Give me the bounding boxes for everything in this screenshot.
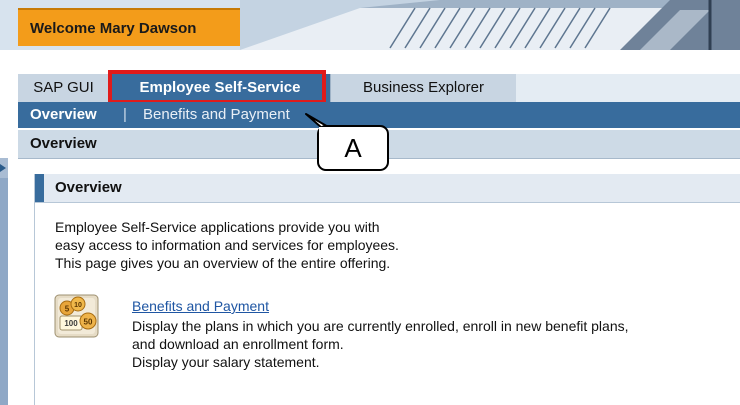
service-description: Display the plans in which you are curre… [132,317,629,371]
panel-title: Overview [55,179,122,196]
overview-panel: Overview Employee Self-Service applicati… [34,174,740,405]
portal-header: Welcome Mary Dawson [0,0,740,50]
welcome-banner: Welcome Mary Dawson [18,8,240,46]
header-decoration-image [240,0,740,50]
expand-button[interactable] [0,158,8,178]
subnav-item-benefits-and-payment[interactable]: Benefits and Payment [143,106,290,123]
description-line: Display your salary statement. [132,354,320,370]
coin-label: 5 [65,305,70,314]
expand-arrow-icon [0,164,6,172]
page-title: Overview [30,135,97,152]
navigation-panel-toggle[interactable] [0,158,8,405]
benefits-and-payment-link[interactable]: Benefits and Payment [132,298,269,314]
callout-annotation: A [305,113,389,171]
panel-accent-bar [35,174,44,202]
coin-label: 100 [64,319,78,328]
tab-sap-gui[interactable]: SAP GUI [18,74,110,102]
welcome-text: Welcome Mary Dawson [30,20,197,37]
tab-business-explorer[interactable]: Business Explorer [330,74,516,102]
subnav-item-overview[interactable]: Overview [30,106,97,123]
intro-line: This page gives you an overview of the e… [55,255,391,271]
callout-label: A [344,133,362,163]
coin-label: 50 [84,318,93,327]
coins-icon[interactable]: 5 10 100 50 [54,294,99,338]
highlight-box [108,70,326,104]
intro-line: easy access to information and services … [55,237,399,253]
panel-header: Overview [35,174,740,203]
intro-line: Employee Self-Service applications provi… [55,219,380,235]
coin-label: 10 [74,302,82,309]
intro-text: Employee Self-Service applications provi… [55,218,399,272]
description-line: Display the plans in which you are curre… [132,318,629,334]
description-line: and download an enrollment form. [132,336,344,352]
subnav-separator: | [123,106,127,123]
